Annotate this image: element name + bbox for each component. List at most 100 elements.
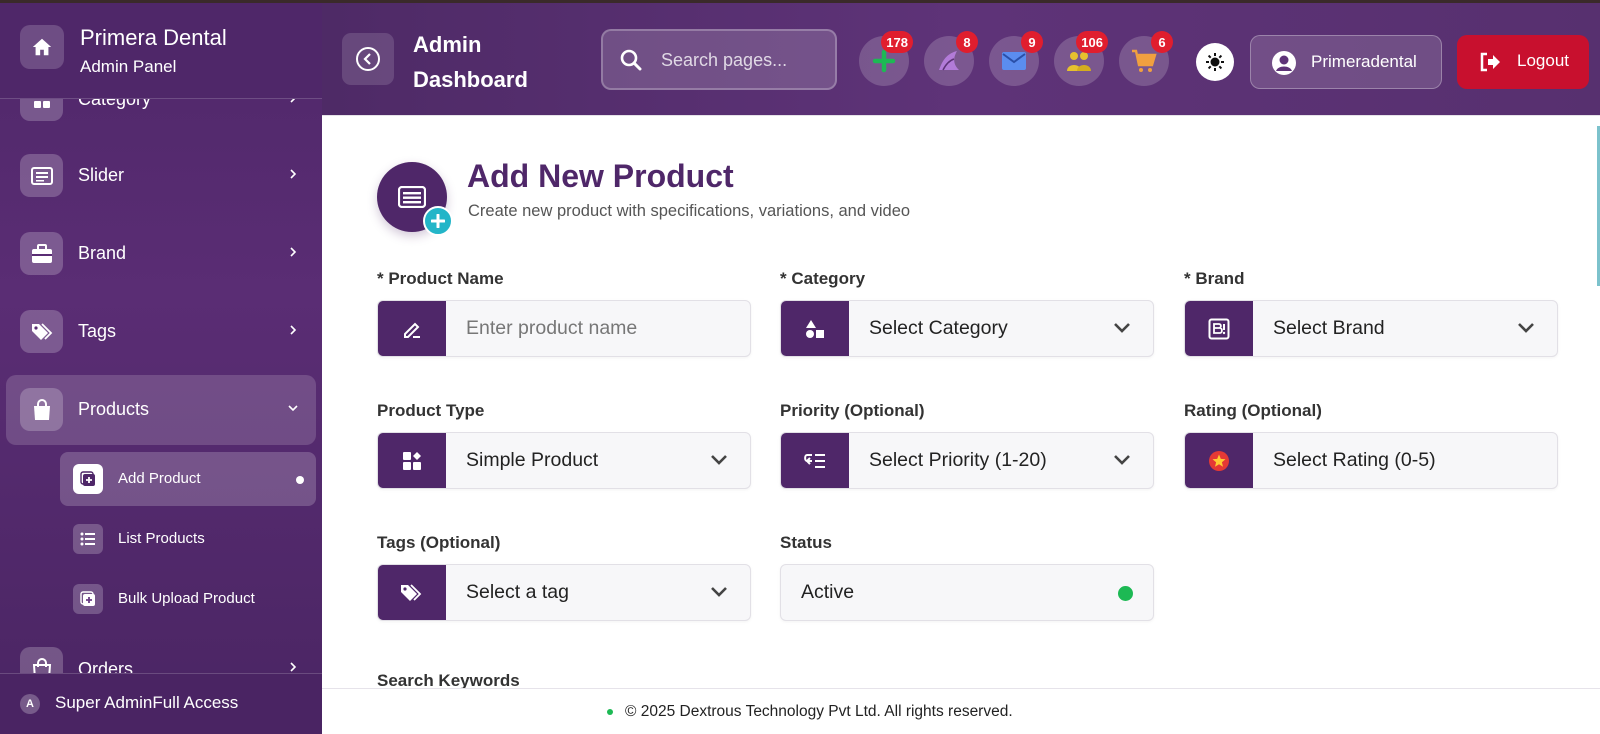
rating-select[interactable]: Select Rating (0-5)	[1184, 432, 1558, 489]
chevron-down-icon	[711, 587, 727, 597]
sidebar-item-label: Brand	[78, 243, 127, 263]
username-label: Primeradental	[1311, 52, 1417, 71]
sidebar-item-label: Orders	[78, 659, 134, 673]
cart-icon	[1132, 49, 1157, 72]
category-icon	[20, 99, 63, 121]
chevron-right-icon	[290, 325, 297, 335]
sidebar-item-slider[interactable]: Slider	[6, 141, 316, 211]
sidebar-subitem-label: Bulk Upload Product	[118, 590, 255, 607]
brand-icon	[1185, 301, 1253, 356]
briefcase-icon	[20, 232, 63, 275]
tags-select[interactable]: Select a tag	[377, 564, 751, 621]
chevron-down-icon	[1518, 323, 1534, 333]
sidebar-item-orders[interactable]: Orders	[6, 634, 316, 673]
users-button[interactable]: 106	[1054, 31, 1108, 86]
sidebar-brand[interactable]: Primera Dental Admin Panel	[0, 3, 322, 99]
tags-icon	[378, 565, 446, 620]
logout-label: Logout	[1517, 51, 1569, 70]
user-circle-icon	[1272, 51, 1296, 75]
cart-button[interactable]: 6	[1119, 31, 1173, 86]
shark-button[interactable]: 8	[924, 31, 978, 86]
priority-select[interactable]: Select Priority (1-20)	[780, 432, 1154, 489]
list-icon	[73, 524, 103, 554]
user-menu-button[interactable]: Primeradental	[1250, 35, 1442, 89]
brand-subtitle: Admin Panel	[80, 57, 177, 76]
shark-icon	[939, 51, 959, 71]
rating-label: Rating (Optional)	[1184, 401, 1322, 420]
priority-list-icon	[781, 433, 849, 488]
sidebar-item-products[interactable]: Products	[6, 375, 316, 445]
tags-label: Tags (Optional)	[377, 533, 501, 552]
product-name-input[interactable]: Enter product name	[466, 317, 637, 340]
sidebar-subitem-add-product[interactable]: Add Product	[60, 452, 316, 506]
category-value: Select Category	[869, 317, 1008, 339]
slider-icon	[20, 154, 63, 197]
orders-icon	[20, 647, 63, 673]
sidebar-subitem-bulk-upload[interactable]: Bulk Upload Product	[60, 572, 316, 626]
sidebar-item-label: Tags	[78, 321, 117, 341]
notification-badge: 178	[881, 31, 913, 53]
page-header-title: Admin Dashboard	[413, 32, 528, 92]
chevron-down-icon	[711, 455, 727, 465]
sidebar-subitem-label: List Products	[118, 530, 205, 547]
priority-label: Priority (Optional)	[780, 401, 925, 420]
shapes-icon	[781, 301, 849, 356]
chevron-down-icon	[1114, 323, 1130, 333]
sidebar-item-category[interactable]: Category	[6, 99, 316, 135]
notification-badge: 6	[1151, 31, 1173, 53]
sidebar-subitem-label: Add Product	[118, 470, 201, 487]
status-select[interactable]: Active	[780, 564, 1154, 621]
mail-icon	[1002, 52, 1026, 70]
priority-value: Select Priority (1-20)	[869, 449, 1047, 471]
add-square-icon	[73, 584, 103, 614]
product-name-label: * Product Name	[377, 269, 504, 288]
brand-label: * Brand	[1184, 269, 1245, 288]
star-icon	[1185, 433, 1253, 488]
category-select[interactable]: Select Category	[780, 300, 1154, 357]
chevron-left-circle-icon	[356, 47, 380, 71]
category-label: * Category	[780, 269, 866, 288]
add-square-icon	[73, 464, 103, 494]
page-footer: © 2025 Dextrous Technology Pvt Ltd. All …	[322, 688, 1600, 734]
grid-icon	[378, 433, 446, 488]
copyright-text: © 2025 Dextrous Technology Pvt Ltd. All …	[625, 703, 1013, 720]
product-type-label: Product Type	[377, 401, 485, 420]
home-icon	[20, 25, 64, 69]
sidebar: Primera Dental Admin Panel Category Slid…	[0, 0, 322, 734]
notification-badge: 9	[1021, 31, 1043, 53]
sidebar-footer: A Super AdminFull Access	[0, 673, 322, 734]
product-name-field[interactable]: Enter product name	[377, 300, 751, 357]
product-type-select[interactable]: Simple Product	[377, 432, 751, 489]
page-subtitle: Create new product with specifications, …	[468, 202, 911, 220]
status-label: Status	[780, 533, 832, 552]
chevron-right-icon	[290, 247, 297, 257]
tags-value: Select a tag	[466, 581, 569, 603]
search-icon	[620, 49, 642, 71]
sidebar-item-label: Products	[78, 399, 150, 419]
search-input[interactable]	[661, 47, 831, 73]
sidebar-item-label: Slider	[78, 165, 125, 185]
tags-icon	[20, 310, 63, 353]
sidebar-toggle-button[interactable]	[342, 33, 394, 85]
chevron-right-icon	[290, 169, 297, 179]
users-icon	[1067, 52, 1091, 71]
logout-button[interactable]: Logout	[1457, 35, 1589, 89]
theme-toggle-button[interactable]	[1196, 43, 1234, 81]
brand-select[interactable]: Select Brand	[1184, 300, 1558, 357]
pen-icon	[378, 301, 446, 356]
role-label: Super AdminFull Access	[55, 693, 239, 712]
sidebar-item-tags[interactable]: Tags	[6, 297, 316, 367]
page-title: Add New Product	[467, 158, 734, 194]
sidebar-item-brand[interactable]: Brand	[6, 219, 316, 289]
chevron-right-icon	[290, 662, 297, 672]
logout-icon	[1480, 52, 1500, 72]
quick-add-button[interactable]: 178	[859, 31, 913, 86]
search-box	[601, 29, 837, 90]
sidebar-subitem-list-products[interactable]: List Products	[60, 512, 316, 566]
messages-button[interactable]: 9	[989, 31, 1043, 86]
brand-name: Primera Dental	[80, 25, 227, 50]
top-header: Admin Dashboard 178 8 9 106 6 Primeraden…	[322, 0, 1600, 115]
status-dot	[607, 709, 613, 715]
shopping-bag-icon	[20, 388, 63, 431]
notification-badge: 8	[956, 31, 978, 53]
